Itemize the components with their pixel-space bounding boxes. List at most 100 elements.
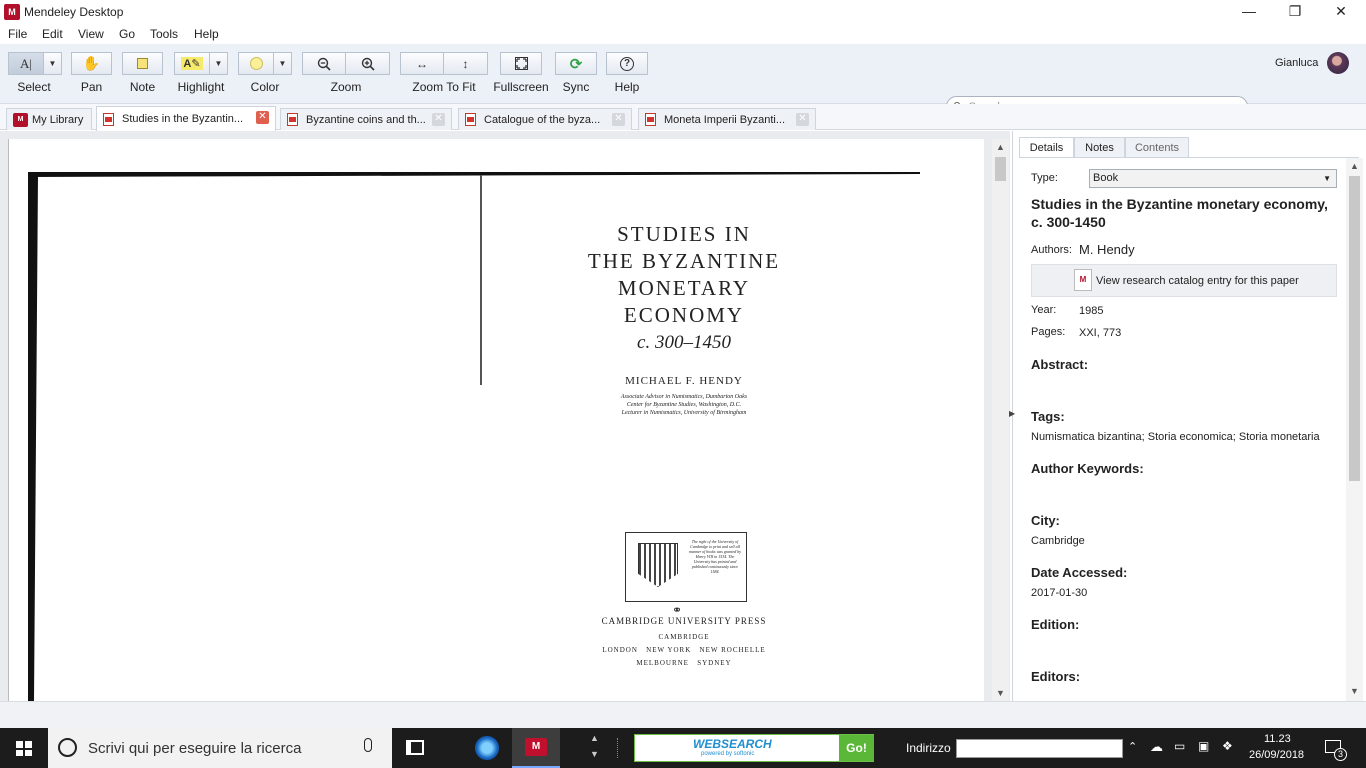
highlight-dropdown[interactable]: ▼ (210, 52, 228, 75)
scroll-down-icon[interactable]: ▼ (1346, 683, 1363, 699)
pdf-icon (103, 112, 114, 126)
tab-my-library[interactable]: M My Library (6, 108, 92, 130)
toolbar: A| ▼ Select ✋ Pan Note A✎ ▼ Highlight ▼ … (0, 44, 1366, 117)
minimize-button[interactable]: — (1226, 0, 1272, 24)
fit-height-button[interactable]: ↕ (444, 52, 488, 75)
highlight-tool-button[interactable]: A✎ (174, 52, 210, 75)
pan-tool-button[interactable]: ✋ (71, 52, 112, 75)
date-accessed-value[interactable]: 2017-01-30 (1031, 587, 1087, 599)
book-author: MICHAEL F. HENDY (625, 375, 743, 387)
menu-edit[interactable]: Edit (42, 27, 63, 41)
onedrive-icon[interactable]: ☁ (1150, 739, 1163, 755)
scroll-thumb[interactable] (1349, 176, 1360, 481)
mendeley-catalog-icon: M (1074, 269, 1092, 291)
menu-help[interactable]: Help (194, 27, 219, 41)
tab-moneta-imperii[interactable]: Moneta Imperii Byzanti... ✕ (638, 108, 816, 130)
note-label: Note (129, 80, 156, 94)
websearch-go-button[interactable]: Go! (839, 735, 874, 761)
vertical-arrows-icon: ↕ (462, 56, 469, 71)
network-icon[interactable]: ▣ (1198, 739, 1209, 753)
menu-view[interactable]: View (78, 27, 104, 41)
highlight-tool-group: A✎ ▼ (174, 52, 228, 75)
pan-label: Pan (80, 80, 103, 94)
taskbar-search-box[interactable]: Scrivi qui per eseguire la ricerca (48, 728, 392, 768)
close-tab-icon[interactable]: ✕ (796, 113, 809, 126)
book-publisher: CAMBRIDGE UNIVERSITY PRESS (601, 616, 767, 626)
task-view-icon[interactable] (406, 740, 424, 755)
pdf-viewer[interactable]: STUDIES IN THE BYZANTINE MONETARY ECONOM… (0, 131, 1010, 701)
battery-icon[interactable]: ▭ (1174, 739, 1185, 753)
scroll-up-icon[interactable]: ▲ (992, 139, 1009, 155)
authors-value[interactable]: M. Hendy (1079, 242, 1135, 257)
address-input[interactable] (956, 739, 1123, 758)
select-tool-button[interactable]: A| (8, 52, 44, 75)
close-tab-icon[interactable]: ✕ (432, 113, 445, 126)
help-button[interactable]: ? (606, 52, 648, 75)
toolbar-grip (617, 738, 618, 758)
menu-go[interactable]: Go (119, 27, 135, 41)
tab-label: Catalogue of the byza... (484, 113, 601, 126)
color-button[interactable] (238, 52, 274, 75)
pages-value[interactable]: XXI, 773 (1079, 327, 1121, 339)
tab-notes[interactable]: Notes (1074, 137, 1125, 158)
pan-tool-group: ✋ (71, 52, 112, 75)
authors-label: Authors: (1031, 244, 1072, 256)
pdf-icon (465, 113, 476, 126)
user-name[interactable]: Gianluca (1275, 57, 1318, 69)
type-select[interactable]: Book ▼ (1089, 169, 1337, 188)
tab-label: Byzantine coins and th... (306, 113, 426, 126)
zoom-in-button[interactable] (346, 52, 390, 75)
document-title[interactable]: Studies in the Byzantine monetary econom… (1031, 195, 1331, 231)
tab-label: My Library (32, 113, 84, 126)
color-dropdown[interactable]: ▼ (274, 52, 292, 75)
note-tool-button[interactable] (122, 52, 163, 75)
fit-width-button[interactable]: ↔ (400, 52, 444, 75)
mendeley-taskbar-button[interactable]: M (512, 728, 560, 768)
microphone-icon[interactable] (364, 738, 372, 752)
address-label: Indirizzo (906, 741, 951, 755)
tab-details[interactable]: Details (1019, 137, 1074, 158)
menu-file[interactable]: File (8, 27, 27, 41)
tab-label: Moneta Imperii Byzanti... (664, 113, 786, 126)
tab-catalogue-byzantine[interactable]: Catalogue of the byza... ✕ (458, 108, 632, 130)
status-bar (0, 701, 1366, 728)
zoom-group (302, 52, 390, 75)
user-avatar[interactable] (1327, 52, 1349, 74)
tags-value[interactable]: Numismatica bizantina; Storia economica;… (1031, 431, 1320, 443)
zoom-out-button[interactable] (302, 52, 346, 75)
pdf-page[interactable]: STUDIES IN THE BYZANTINE MONETARY ECONOM… (8, 139, 984, 701)
view-catalog-button[interactable]: M View research catalog entry for this p… (1031, 264, 1337, 297)
cortana-icon (58, 738, 77, 757)
panel-collapse-arrow[interactable]: ▶ (1009, 409, 1015, 418)
mendeley-app-icon: M (4, 4, 20, 20)
close-window-button[interactable]: ✕ (1318, 0, 1364, 24)
taskbar-scroll-arrows[interactable]: ▲ ▼ (590, 730, 599, 762)
sync-button[interactable]: ⟳ (555, 52, 597, 75)
city-value[interactable]: Cambridge (1031, 535, 1085, 547)
close-tab-icon[interactable]: ✕ (612, 113, 625, 126)
viewer-scrollbar[interactable]: ▲ ▼ (992, 139, 1009, 701)
tray-chevron-up-icon[interactable]: ⌃ (1128, 740, 1137, 753)
dropbox-icon[interactable]: ❖ (1222, 739, 1233, 753)
tab-byzantine-coins[interactable]: Byzantine coins and th... ✕ (280, 108, 452, 130)
tab-contents[interactable]: Contents (1125, 137, 1189, 158)
fullscreen-button[interactable] (500, 52, 542, 75)
tab-studies-byzantine[interactable]: Studies in the Byzantin... ✕ (96, 106, 276, 131)
select-tool-dropdown[interactable]: ▼ (44, 52, 62, 75)
details-scrollbar[interactable]: ▲ ▼ (1346, 158, 1363, 701)
clock-date[interactable]: 26/09/2018 (1249, 749, 1304, 761)
windows-start-icon[interactable] (16, 741, 32, 756)
browser-app-icon[interactable] (475, 736, 499, 760)
maximize-button[interactable]: ❐ (1272, 0, 1318, 24)
help-label: Help (614, 80, 640, 94)
scroll-up-icon[interactable]: ▲ (1346, 158, 1363, 174)
panel-divider (1019, 157, 1359, 158)
clock-time[interactable]: 11.23 (1264, 733, 1291, 745)
menu-tools[interactable]: Tools (150, 27, 178, 41)
year-value[interactable]: 1985 (1079, 305, 1103, 317)
scroll-down-icon[interactable]: ▼ (992, 685, 1009, 701)
scroll-thumb[interactable] (995, 157, 1006, 181)
cambridge-emblem: The right of the University of Cambridge… (625, 532, 747, 617)
zoom-label: Zoom (330, 80, 362, 94)
close-tab-icon[interactable]: ✕ (256, 111, 269, 124)
